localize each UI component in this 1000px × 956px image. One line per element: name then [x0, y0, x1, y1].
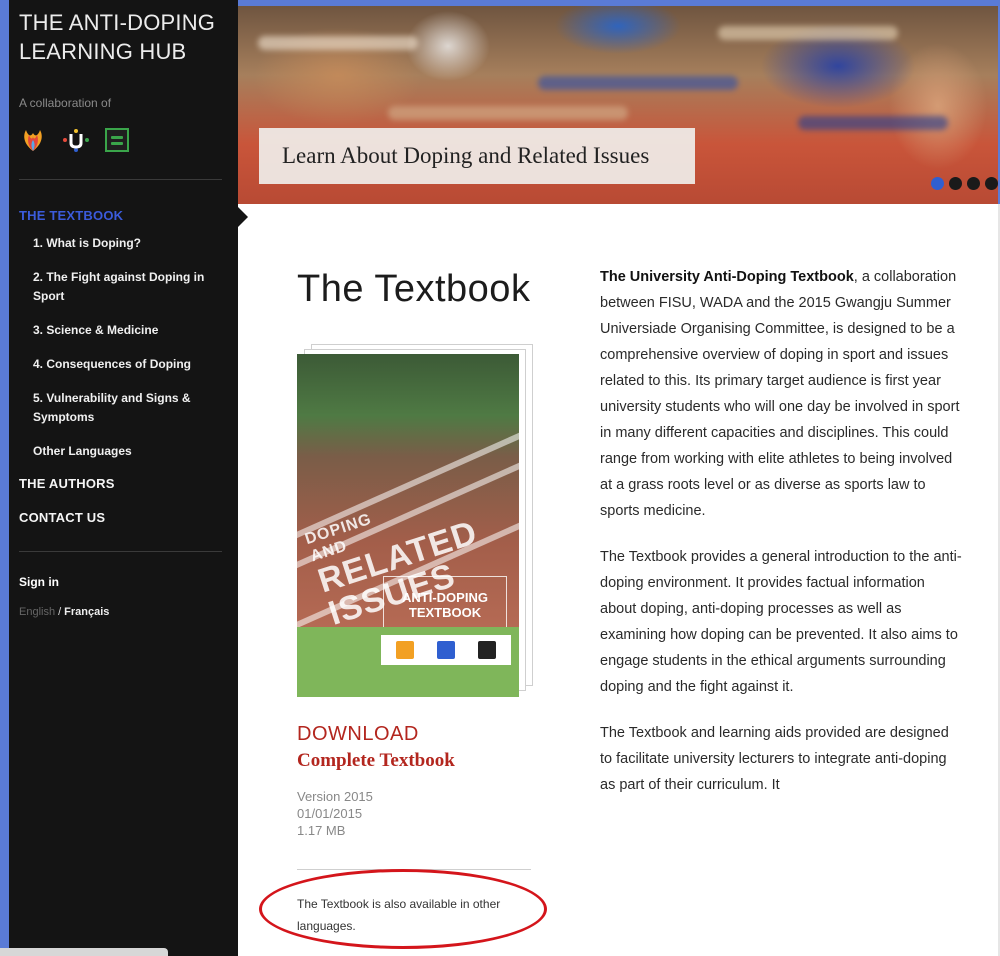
nav-item-science-medicine[interactable]: 3. Science & Medicine — [19, 321, 209, 340]
fisu-logo-icon — [436, 641, 455, 659]
collab-label: A collaboration of — [19, 96, 112, 110]
nav-authors[interactable]: THE AUTHORS — [19, 476, 228, 491]
file-size-text: 1.17 MB — [297, 823, 346, 838]
site-title[interactable]: THE ANTI-DOPING LEARNING HUB — [19, 8, 228, 66]
cover-title-line: ANTI-DOPING — [402, 590, 488, 605]
nav-contact[interactable]: CONTACT US — [19, 510, 228, 525]
wada-logo-icon[interactable] — [105, 128, 129, 152]
download-label[interactable]: DOWNLOAD — [297, 723, 419, 746]
carousel-dot-icon[interactable] — [949, 177, 962, 190]
version-text: Version 2015 — [297, 789, 373, 804]
nav-item-consequences[interactable]: 4. Consequences of Doping — [19, 355, 209, 374]
taskbar-tab[interactable] — [0, 948, 168, 956]
hero-streak — [388, 106, 628, 120]
carousel-dots — [931, 177, 998, 190]
language-switcher: English / Français — [19, 606, 228, 618]
carousel-dot-icon[interactable] — [967, 177, 980, 190]
lang-separator: / — [58, 606, 62, 618]
hero-caption[interactable]: Learn About Doping and Related Issues — [259, 128, 695, 184]
hero-streak — [718, 26, 898, 40]
download-complete-textbook-link[interactable]: Complete Textbook — [297, 750, 455, 772]
flame-logo-icon[interactable] — [19, 127, 47, 153]
cover-green-band — [297, 627, 519, 697]
nav-section-textbook[interactable]: THE TEXTBOOK — [19, 208, 228, 223]
paragraph-1-text: , a collaboration between FISU, WADA and… — [600, 269, 960, 519]
body-text: The University Anti-Doping Textbook, a c… — [600, 264, 962, 818]
lang-english-link[interactable]: English — [19, 606, 55, 618]
sign-in-link[interactable]: Sign in — [19, 575, 228, 589]
nav-item-other-languages[interactable]: Other Languages — [19, 442, 209, 461]
wada-logo-icon — [477, 641, 496, 659]
textbook-name: The University Anti-Doping Textbook — [600, 269, 854, 285]
partner-logos — [19, 127, 228, 153]
active-section-pointer — [238, 207, 248, 227]
page-title: The Textbook — [297, 268, 531, 310]
cover-logo-strip — [381, 635, 511, 665]
hero-banner[interactable]: Learn About Doping and Related Issues — [238, 6, 998, 204]
download-meta: Version 2015 01/01/2015 1.17 MB — [297, 788, 373, 839]
paragraph-1: The University Anti-Doping Textbook, a c… — [600, 264, 962, 524]
cover-title-box: ANTI-DOPING TEXTBOOK — [383, 576, 507, 634]
site-title-line2: LEARNING HUB — [19, 39, 187, 64]
paragraph-2: The Textbook provides a general introduc… — [600, 549, 962, 695]
hero-streak — [258, 36, 418, 50]
hero-streak — [538, 76, 738, 90]
textbook-cover-image: DOPING AND RELATED ISSUES ANTI-DOPING TE… — [297, 354, 519, 697]
page-root: THE ANTI-DOPING LEARNING HUB A collabora… — [0, 0, 1000, 956]
fisu-logo-icon[interactable] — [61, 127, 91, 153]
carousel-dot-icon[interactable] — [985, 177, 998, 190]
textbook-cover-link[interactable]: DOPING AND RELATED ISSUES ANTI-DOPING TE… — [297, 344, 533, 699]
textbook-nav-list: 1. What is Doping? 2. The Fight against … — [19, 234, 228, 461]
carousel-dot-icon[interactable] — [931, 177, 944, 190]
sidebar: THE ANTI-DOPING LEARNING HUB A collabora… — [9, 0, 238, 956]
sidebar-divider — [19, 179, 222, 180]
hero-streak — [798, 116, 948, 130]
flame-logo-icon — [396, 641, 415, 659]
body-text-container: The University Anti-Doping Textbook, a c… — [600, 264, 970, 944]
date-text: 01/01/2015 — [297, 806, 363, 821]
site-title-line1: THE ANTI-DOPING — [19, 10, 216, 35]
annotation-circle — [259, 869, 547, 949]
main-content: The Textbook DOPING AND RELATED ISSUES A… — [238, 204, 998, 956]
lang-french-link[interactable]: Français — [64, 606, 109, 618]
paragraph-3: The Textbook and learning aids provided … — [600, 725, 949, 793]
nav-item-what-is-doping[interactable]: 1. What is Doping? — [19, 234, 209, 253]
sidebar-divider-2 — [19, 551, 222, 552]
cover-title-line: TEXTBOOK — [408, 605, 482, 620]
nav-item-fight-against-doping[interactable]: 2. The Fight against Doping in Sport — [19, 268, 209, 306]
nav-item-vulnerability[interactable]: 5. Vulnerability and Signs & Symptoms — [19, 389, 209, 427]
